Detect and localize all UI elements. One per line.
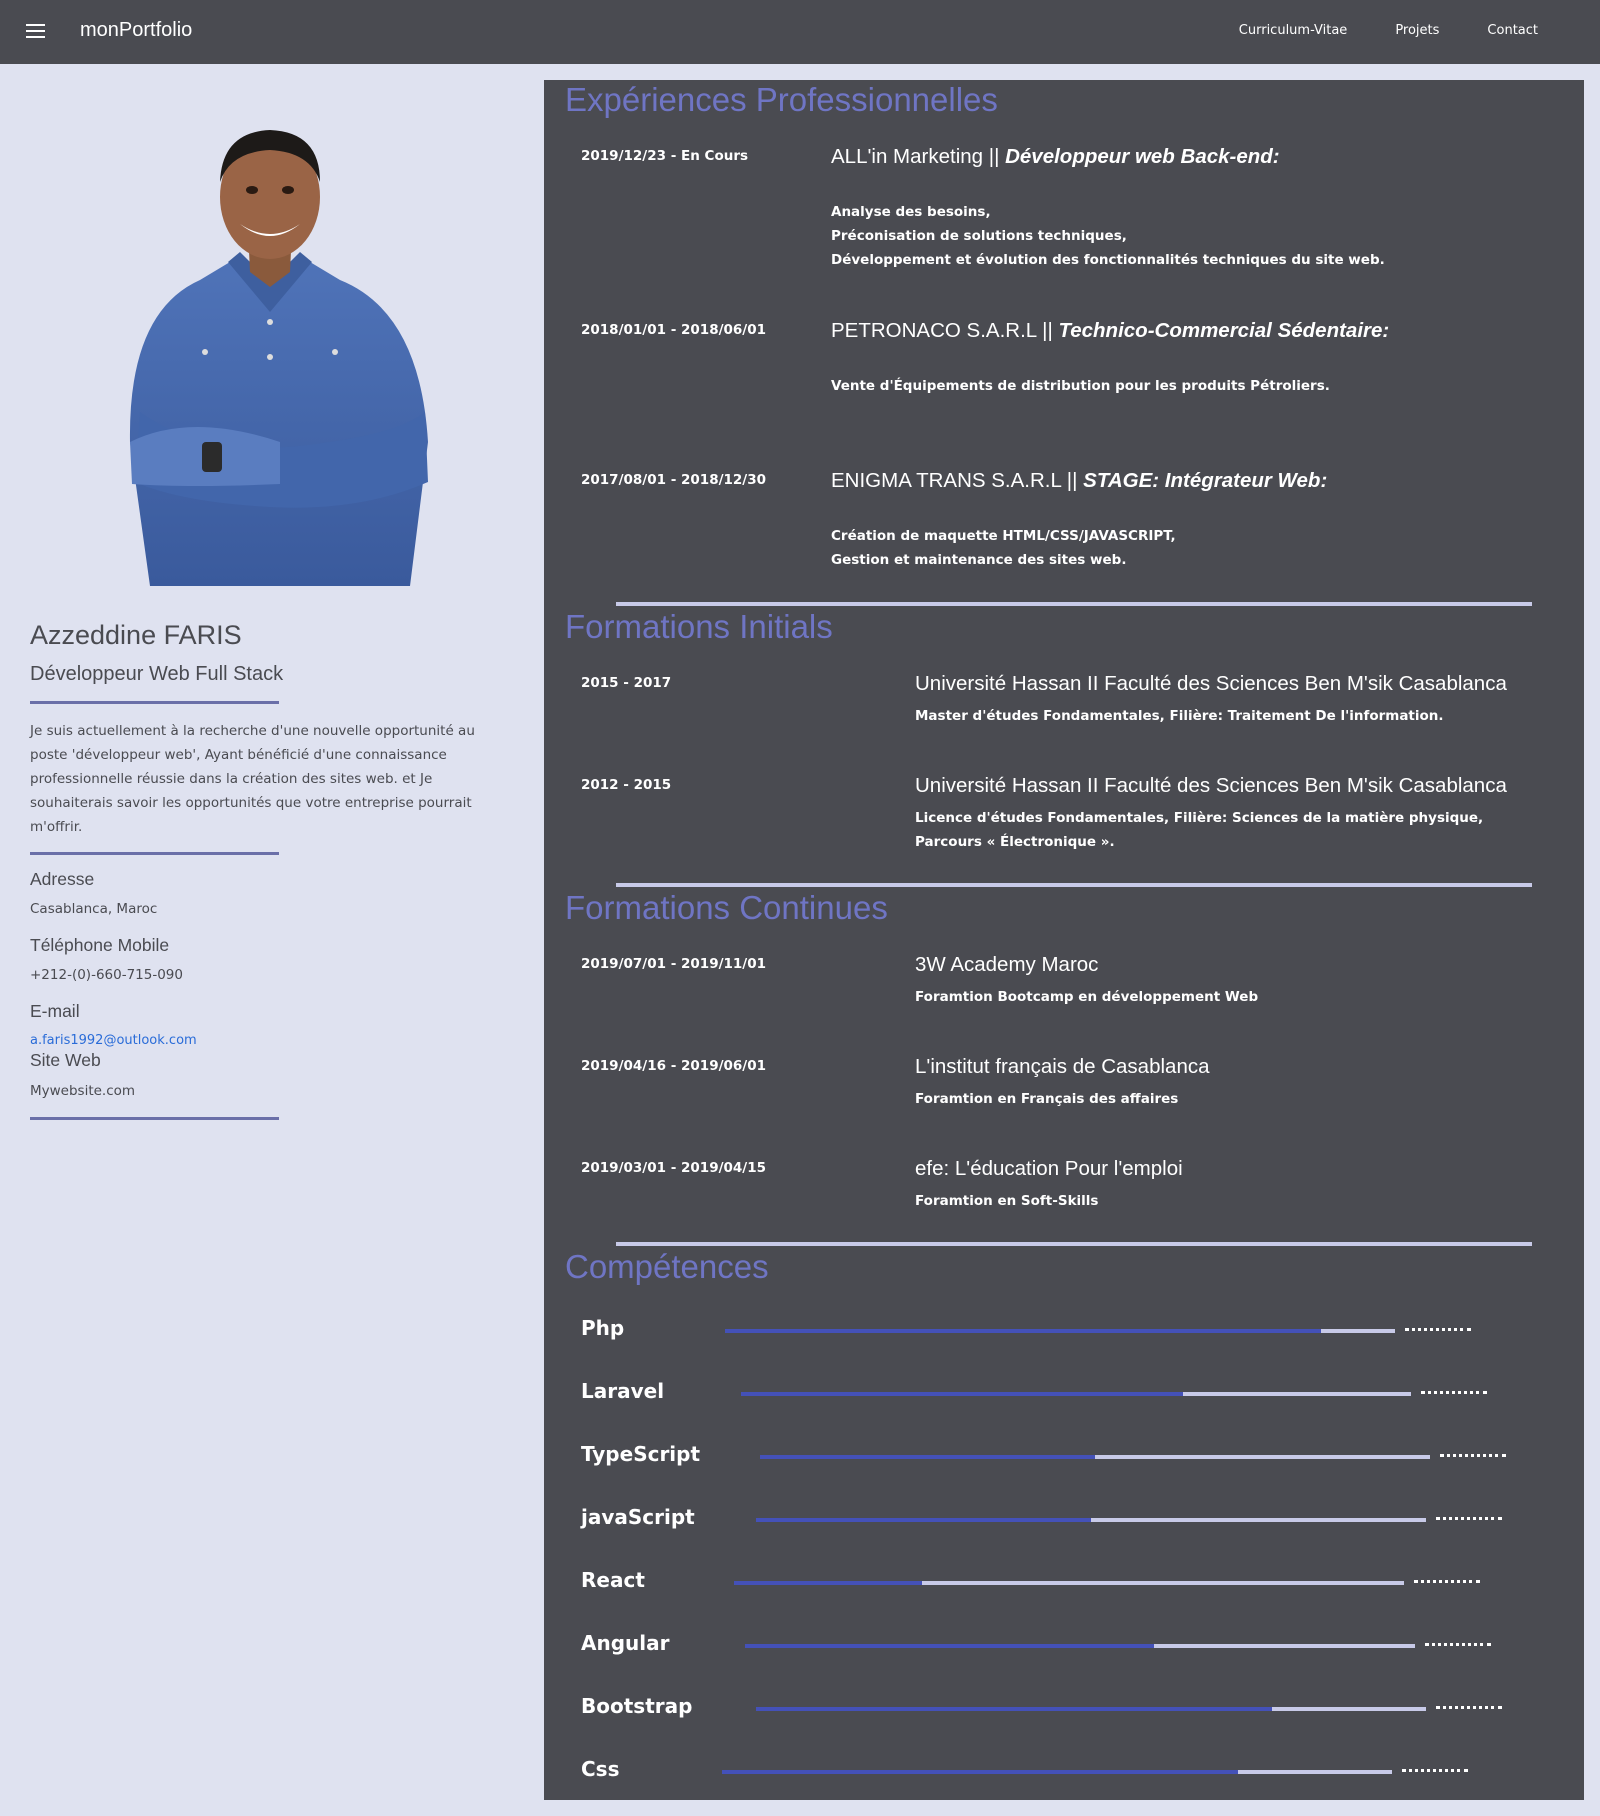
experience-line: Création de maquette HTML/CSS/JAVASCRIPT… xyxy=(831,528,1176,544)
skill-name: Laravel xyxy=(581,1379,665,1403)
formation-description: Licence d'études Fondamentales, Filière:… xyxy=(915,810,1484,850)
skill-bar-fill xyxy=(745,1644,1154,1648)
section-divider xyxy=(616,883,1532,887)
experience-line: Gestion et maintenance des sites web. xyxy=(831,552,1127,568)
email-label: E-mail xyxy=(30,1001,80,1021)
section-title-formations-continues: Formations Continues xyxy=(565,889,888,926)
website-value: Mywebsite.com xyxy=(30,1083,136,1099)
skill-bar-track xyxy=(756,1706,1502,1711)
hamburger-menu-icon[interactable] xyxy=(26,24,45,38)
cv-panel: Expériences Professionnelles 2019/12/23 … xyxy=(544,80,1584,1800)
experience-line: Développement et évolution des fonctionn… xyxy=(831,252,1385,268)
skill-bar-dots xyxy=(1425,1643,1491,1650)
skill-bar-dots xyxy=(1405,1328,1471,1335)
experience-title: ALL'in Marketing || Développeur web Back… xyxy=(831,145,1280,169)
nav-link-projets[interactable]: Projets xyxy=(1395,23,1439,38)
section-divider xyxy=(616,602,1532,606)
formation-school: Université Hassan II Faculté des Science… xyxy=(915,774,1507,797)
skill-bar-track xyxy=(745,1643,1491,1648)
profile-photo xyxy=(129,130,428,586)
formation-date: 2019/03/01 - 2019/04/15 xyxy=(581,1160,767,1176)
brand-title[interactable]: monPortfolio xyxy=(80,19,192,42)
skill-bar-track xyxy=(725,1328,1471,1333)
skill-bar-track xyxy=(760,1454,1506,1459)
experience-line: Vente d'Équipements de distribution pour… xyxy=(831,378,1330,394)
skill-bar-track xyxy=(722,1769,1468,1774)
experience-description: Vente d'Équipements de distribution pour… xyxy=(831,374,1330,398)
section-title-experiences: Expériences Professionnelles xyxy=(565,81,998,118)
section-title-formations-initiales: Formations Initials xyxy=(565,608,833,645)
divider xyxy=(30,852,279,855)
nav-link-contact[interactable]: Contact xyxy=(1487,23,1538,38)
experience-company: PETRONACO S.A.R.L || xyxy=(831,319,1059,342)
skill-name: Php xyxy=(581,1316,625,1340)
skill-bar-track xyxy=(756,1517,1502,1522)
formation-date: 2019/04/16 - 2019/06/01 xyxy=(581,1058,767,1074)
formation-date: 2015 - 2017 xyxy=(581,675,672,691)
skill-bar-fill xyxy=(725,1329,1321,1333)
skill-bar-dots xyxy=(1436,1517,1502,1524)
skill-bar-fill xyxy=(734,1581,922,1585)
profile-role: Développeur Web Full Stack xyxy=(30,663,284,685)
skill-name: TypeScript xyxy=(581,1442,701,1466)
experience-title: ENIGMA TRANS S.A.R.L || STAGE: Intégrate… xyxy=(831,469,1327,493)
formation-school: L'institut français de Casablanca xyxy=(915,1055,1210,1078)
experience-description: Création de maquette HTML/CSS/JAVASCRIPT… xyxy=(831,524,1176,572)
skill-bar-dots xyxy=(1436,1706,1502,1713)
experience-line: Préconisation de solutions techniques, xyxy=(831,228,1127,244)
experience-position: STAGE: Intégrateur Web: xyxy=(1083,469,1328,492)
profile-name: Azzeddine FARIS xyxy=(30,620,242,650)
skill-bar-dots xyxy=(1440,1454,1506,1461)
experience-position: Technico-Commercial Sédentaire: xyxy=(1058,319,1390,342)
experience-date: 2019/12/23 - En Cours xyxy=(581,148,749,164)
skill-bar-fill xyxy=(756,1707,1272,1711)
skill-bar-track xyxy=(734,1580,1480,1585)
formation-description: Foramtion Bootcamp en développement Web xyxy=(915,989,1259,1005)
divider xyxy=(30,701,279,704)
phone-label: Téléphone Mobile xyxy=(30,935,170,955)
experience-line: Analyse des besoins, xyxy=(831,204,991,220)
formation-description: Foramtion en Soft-Skills xyxy=(915,1193,1099,1209)
formation-school: Université Hassan II Faculté des Science… xyxy=(915,672,1507,695)
skill-bar-dots xyxy=(1402,1769,1468,1776)
skill-bar-fill xyxy=(722,1770,1238,1774)
email-link[interactable]: a.faris1992@outlook.com xyxy=(30,1033,197,1048)
profile-bio: Je suis actuellement à la recherche d'un… xyxy=(30,723,475,835)
divider xyxy=(30,1117,279,1120)
experience-description: Analyse des besoins, Préconisation de so… xyxy=(831,200,1385,272)
address-label: Adresse xyxy=(30,869,95,889)
skill-bar-fill xyxy=(756,1518,1091,1522)
skill-bar-dots xyxy=(1414,1580,1480,1587)
skill-name: Css xyxy=(581,1757,620,1781)
experience-position: Développeur web Back-end: xyxy=(1005,145,1280,168)
formation-date: 2019/07/01 - 2019/11/01 xyxy=(581,956,767,972)
experience-date: 2018/01/01 - 2018/06/01 xyxy=(581,322,767,338)
nav-links: Curriculum-Vitae Projets Contact xyxy=(1239,23,1538,38)
experience-company: ENIGMA TRANS S.A.R.L || xyxy=(831,469,1084,492)
skill-name: React xyxy=(581,1568,645,1592)
nav-link-curriculum-vitae[interactable]: Curriculum-Vitae xyxy=(1239,23,1348,38)
experience-company: ALL'in Marketing || xyxy=(831,145,1006,168)
navbar: monPortfolio Curriculum-Vitae Projets Co… xyxy=(0,0,1600,64)
skill-bar-fill xyxy=(760,1455,1095,1459)
skill-bar-track xyxy=(741,1391,1487,1396)
section-divider xyxy=(616,1242,1532,1246)
formation-description: Foramtion en Français des affaires xyxy=(915,1091,1179,1107)
website-label: Site Web xyxy=(30,1050,101,1070)
skill-bar-dots xyxy=(1421,1391,1487,1398)
formation-date: 2012 - 2015 xyxy=(581,777,672,793)
experience-title: PETRONACO S.A.R.L || Technico-Commercial… xyxy=(831,319,1389,343)
skill-bar-fill xyxy=(741,1392,1183,1396)
formation-school: efe: L'éducation Pour l'emploi xyxy=(915,1157,1183,1180)
section-title-competences: Compétences xyxy=(565,1248,769,1285)
skill-name: Angular xyxy=(581,1631,670,1655)
phone-value: +212-(0)-660-715-090 xyxy=(30,967,183,983)
skill-name: Bootstrap xyxy=(581,1694,693,1718)
experience-date: 2017/08/01 - 2018/12/30 xyxy=(581,472,767,488)
formation-school: 3W Academy Maroc xyxy=(915,953,1099,976)
skill-name: javaScript xyxy=(581,1505,695,1529)
address-value: Casablanca, Maroc xyxy=(30,901,158,917)
formation-description: Master d'études Fondamentales, Filière: … xyxy=(915,708,1444,724)
